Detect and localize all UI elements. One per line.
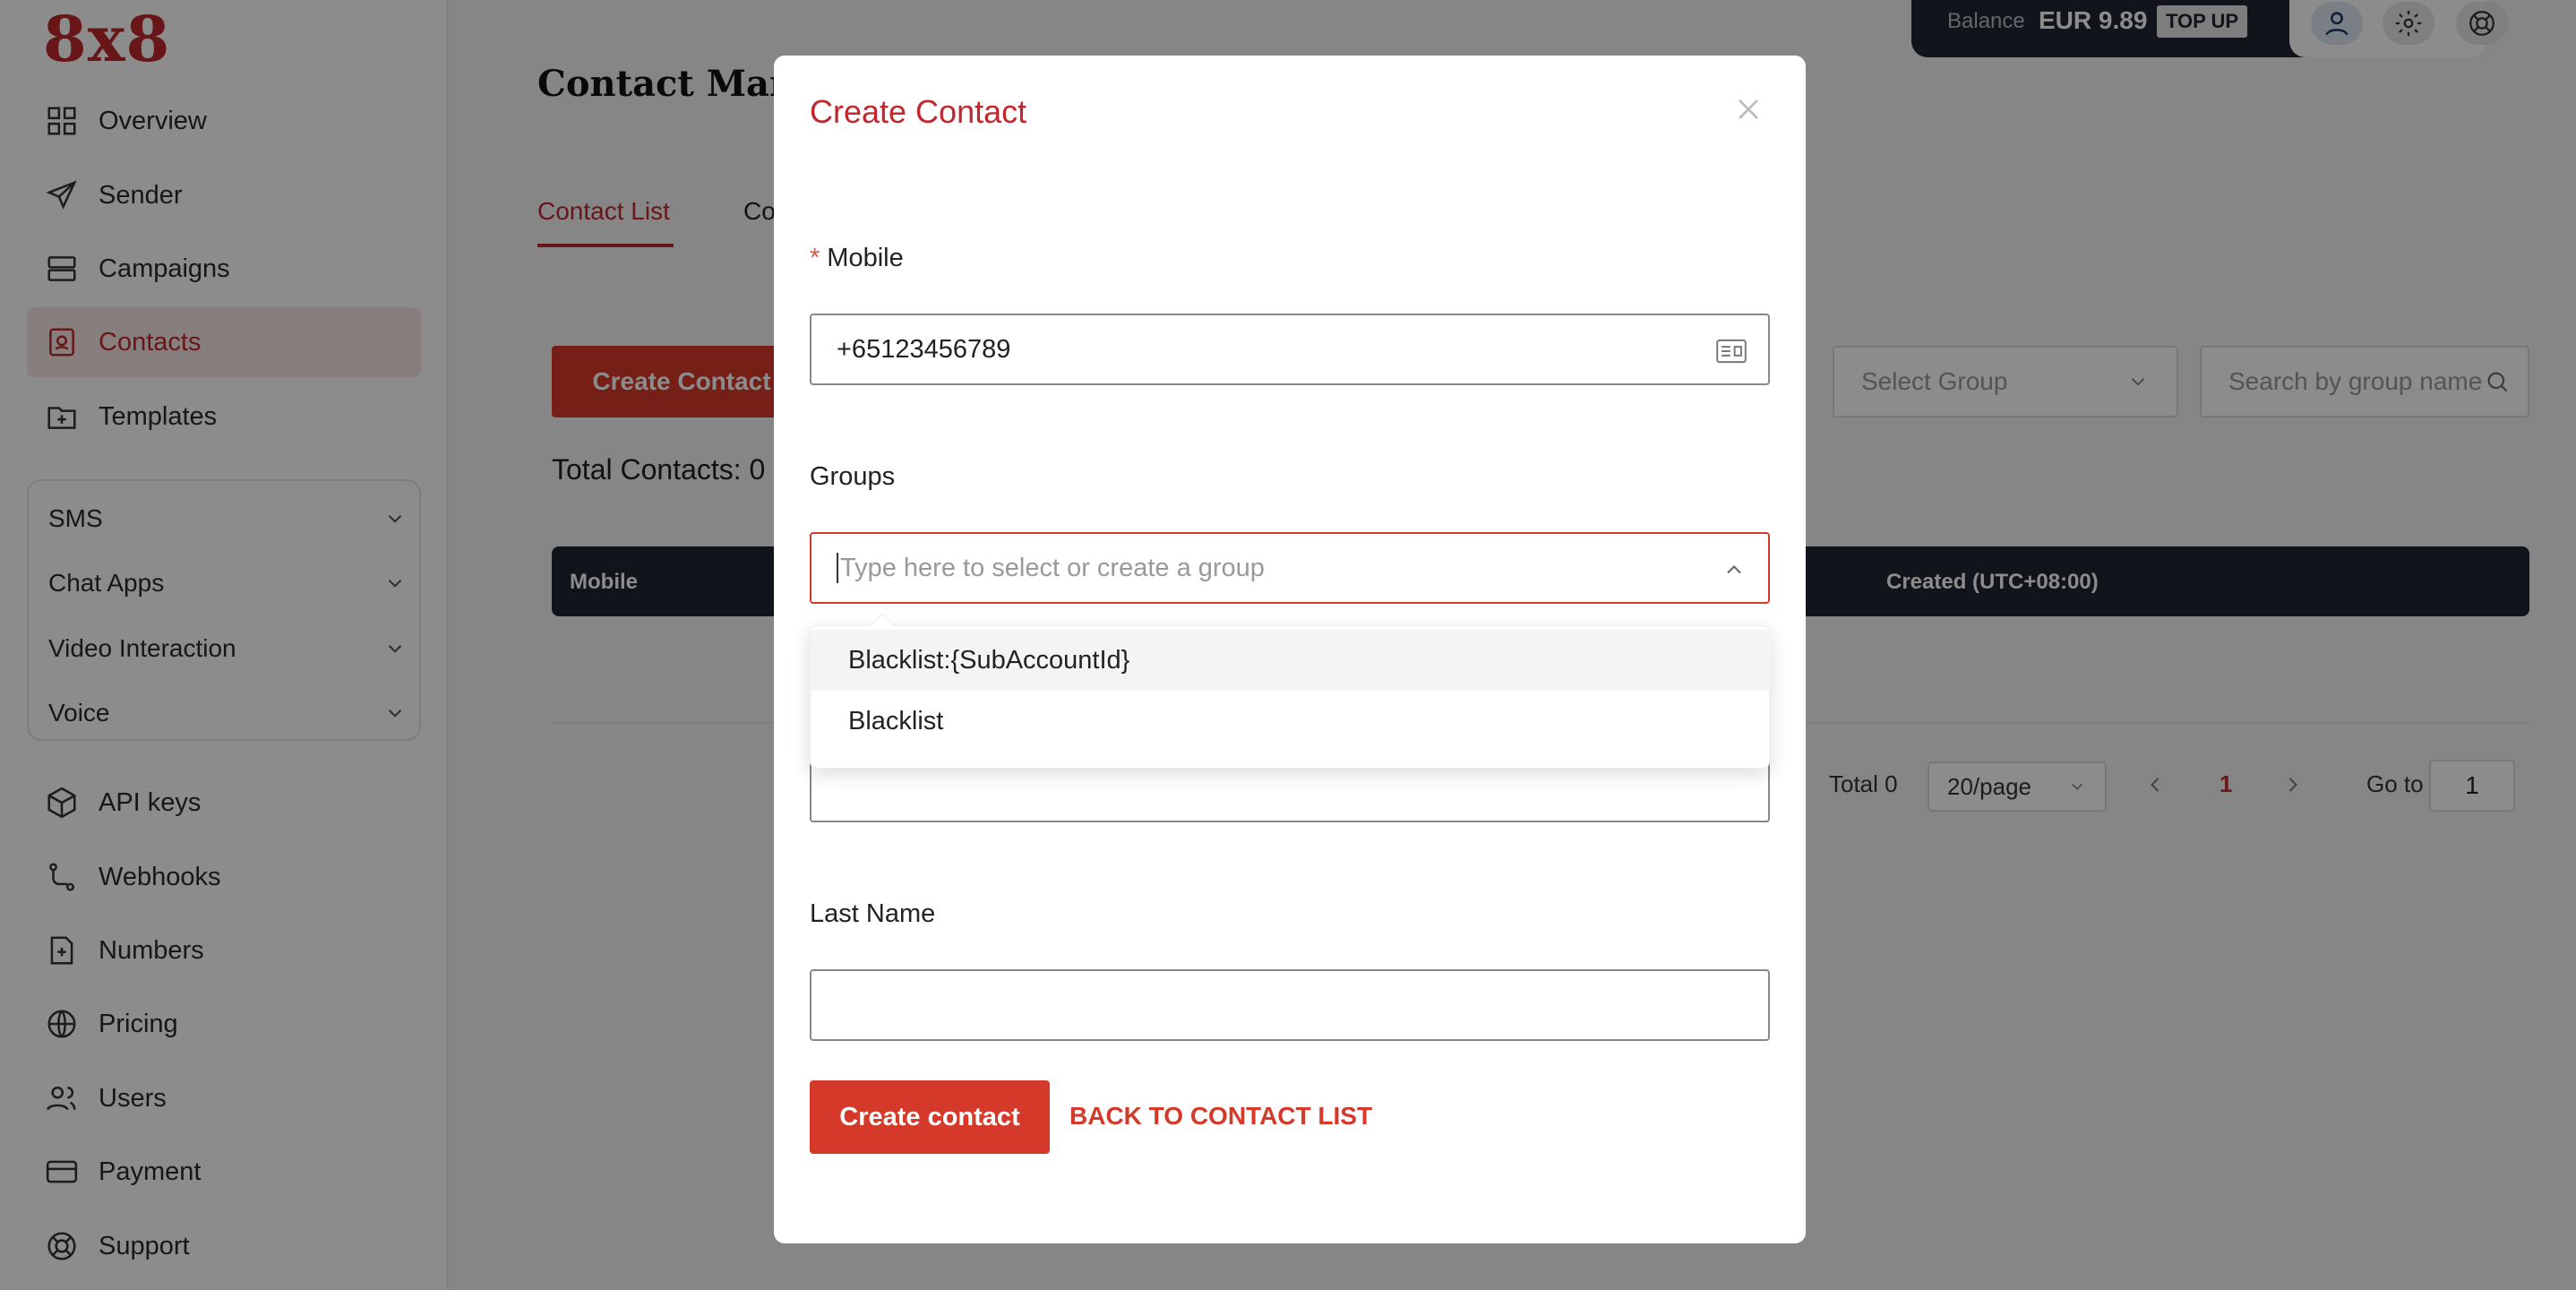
group-option[interactable]: Blacklist xyxy=(811,691,1771,752)
modal-title: Create Contact xyxy=(810,93,1027,130)
create-contact-modal: Create Contact * Mobile +65123456789 Grou… xyxy=(774,56,1806,1243)
groups-dropdown: Blacklist:{SubAccountId} Blacklist xyxy=(810,613,1771,769)
group-option[interactable]: Blacklist:{SubAccountId} xyxy=(811,630,1771,691)
last-name-field[interactable] xyxy=(810,969,1770,1041)
required-mark: * xyxy=(810,244,820,272)
groups-field[interactable]: Type here to select or create a group xyxy=(810,532,1770,604)
mobile-value: +65123456789 xyxy=(837,334,1011,364)
contact-card-icon[interactable] xyxy=(1716,339,1747,364)
mobile-label-text: Mobile xyxy=(827,244,904,272)
mobile-label: * Mobile xyxy=(810,244,904,273)
back-to-contact-list-link[interactable]: BACK TO CONTACT LIST xyxy=(1069,1102,1372,1131)
close-icon[interactable] xyxy=(1730,91,1766,127)
mobile-field[interactable]: +65123456789 xyxy=(810,314,1770,385)
text-caret xyxy=(837,553,838,583)
chevron-up-icon[interactable] xyxy=(1722,557,1747,582)
last-name-label: Last Name xyxy=(810,899,936,928)
groups-label: Groups xyxy=(810,462,896,491)
submit-create-contact-button[interactable]: Create contact xyxy=(810,1080,1050,1154)
groups-placeholder: Type here to select or create a group xyxy=(840,553,1265,582)
